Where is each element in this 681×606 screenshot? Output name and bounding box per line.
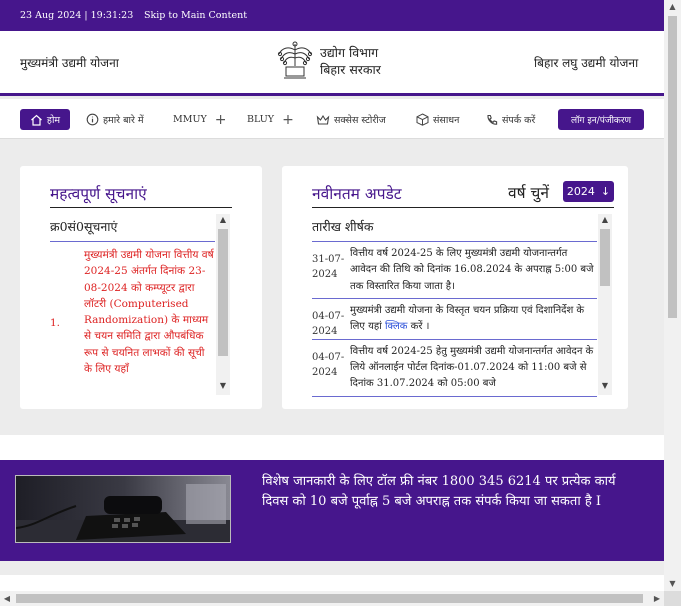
notices-title: महत्वपूर्ण सूचनाएं: [50, 185, 147, 203]
updates-title: नवीनतम अपडेट: [312, 185, 402, 203]
top-bar: 23 Aug 2024 | 19:31:23 Skip to Main Cont…: [0, 0, 664, 31]
nav-bluy-label: BLUY: [247, 114, 275, 125]
important-notices-card: महत्वपूर्ण सूचनाएं क्र0सं0सूचनाएं 1. मुख…: [20, 166, 262, 409]
bihar-emblem-icon: [277, 41, 313, 79]
notice-text[interactable]: मुख्यमंत्री उद्यमी योजना वित्तीय वर्ष 20…: [84, 242, 215, 377]
footer-start: [0, 575, 664, 591]
scroll-left-icon[interactable]: ◀: [0, 591, 14, 606]
nav-bluy[interactable]: BLUY +: [247, 109, 294, 130]
update-text: वित्तीय वर्ष 2024-25 के लिए मुख्यमंत्री …: [350, 248, 594, 292]
divider: [312, 207, 614, 208]
update-text: मुख्यमंत्री उद्यमी योजना के विस्तृत चयन …: [350, 299, 597, 339]
update-text-after: करें ।: [407, 321, 430, 333]
notice-number: 1.: [50, 317, 61, 329]
telephone-image: [15, 475, 231, 543]
scroll-up-icon[interactable]: ▲: [598, 214, 612, 226]
crown-icon: [316, 114, 330, 125]
dept-line-2: बिहार सरकार: [320, 62, 381, 77]
info-icon: [86, 113, 99, 126]
telephone-photo-icon: [16, 476, 230, 542]
skip-to-content-link[interactable]: Skip to Main Content: [144, 10, 247, 21]
scroll-down-icon[interactable]: ▼: [664, 577, 681, 591]
dept-line-1: उद्योग विभाग: [320, 45, 379, 60]
update-date: 04-07-2024: [312, 351, 345, 378]
year-select[interactable]: 2024 ↓: [563, 181, 614, 202]
section-spacer: [0, 435, 664, 460]
latest-updates-card: नवीनतम अपडेट वर्ष चुनें 2024 ↓ तारीख शीर…: [282, 166, 628, 409]
scroll-up-icon[interactable]: ▲: [664, 0, 681, 14]
nav-about-label: हमारे बारे में: [103, 115, 144, 126]
page: 23 Aug 2024 | 19:31:23 Skip to Main Cont…: [0, 0, 664, 591]
nav-contact-label: संपर्क करें: [502, 115, 536, 126]
year-select-label: वर्ष चुनें: [508, 184, 549, 202]
updates-list[interactable]: 31-07-2024 वित्तीय वर्ष 2024-25 के लिए म…: [312, 242, 597, 399]
click-here-link[interactable]: क्लिक: [385, 321, 408, 332]
notices-table-header: क्र0सं0सूचनाएं: [50, 219, 118, 234]
site-header: मुख्यमंत्री उद्यमी योजना उद्योग विभाग बि…: [0, 31, 664, 96]
scroll-down-icon[interactable]: ▼: [216, 380, 230, 392]
phone-icon: [487, 114, 498, 125]
scrollbar-thumb[interactable]: [16, 594, 643, 603]
toll-free-banner: विशेष जानकारी के लिए टॉल फ्री नंबर 1800 …: [0, 460, 664, 561]
updates-table-header: तारीख शीर्षक: [312, 219, 374, 234]
scrollbar-corner: [664, 591, 681, 606]
scroll-up-icon[interactable]: ▲: [216, 214, 230, 226]
list-item[interactable]: 1. मुख्यमंत्री उद्यमी योजना वित्तीय वर्ष…: [50, 242, 215, 377]
nav-success-label: सक्सेस स्टोरीज: [334, 115, 386, 126]
nav-about[interactable]: हमारे बारे में: [86, 109, 144, 130]
nav-home[interactable]: होम: [20, 109, 70, 130]
plus-icon: +: [214, 111, 227, 128]
update-text: वित्तीय वर्ष 2024-25 हेतु मुख्यमंत्री उद…: [350, 345, 594, 390]
divider: [50, 207, 232, 208]
box-icon: [416, 113, 429, 126]
scrollbar-thumb[interactable]: [668, 16, 677, 318]
plus-icon: +: [282, 111, 294, 128]
scheme-title-mmuy[interactable]: मुख्यमंत्री उद्यमी योजना: [20, 54, 119, 71]
nav-mmuy[interactable]: MMUY +: [173, 109, 226, 130]
scrollbar-thumb[interactable]: [218, 229, 228, 356]
table-row[interactable]: 04-07-2024 मुख्यमंत्री उद्यमी योजना के व…: [312, 299, 597, 340]
updates-scrollbar[interactable]: ▲ ▼: [598, 214, 612, 395]
notices-scrollbar[interactable]: ▲ ▼: [216, 214, 230, 395]
scroll-right-icon[interactable]: ▶: [650, 591, 664, 606]
scrollbar-thumb[interactable]: [600, 229, 610, 286]
department-name: उद्योग विभाग बिहार सरकार: [320, 44, 381, 78]
arrow-down-icon: ↓: [600, 185, 611, 198]
page-horizontal-scrollbar[interactable]: ◀ ▶: [0, 591, 664, 606]
table-row[interactable]: 04-07-2024 वित्तीय वर्ष 2024-25 हेतु मुख…: [312, 340, 597, 397]
home-icon: [31, 114, 42, 126]
update-date: 04-07-2024: [312, 310, 345, 337]
nav-mmuy-label: MMUY: [173, 114, 207, 125]
toll-free-text: विशेष जानकारी के लिए टॉल फ्री नंबर 1800 …: [262, 474, 616, 509]
nav-resources[interactable]: संसाधन: [416, 109, 459, 130]
year-value: 2024: [566, 185, 595, 198]
login-label: लॉग इन/पंजीकरण: [570, 116, 632, 126]
notices-list[interactable]: 1. मुख्यमंत्री उद्यमी योजना वित्तीय वर्ष…: [50, 242, 215, 399]
nav-home-label: होम: [46, 115, 61, 126]
update-date: 31-07-2024: [312, 254, 345, 280]
nav-success-stories[interactable]: सक्सेस स्टोरीज: [316, 109, 386, 130]
nav-contact[interactable]: संपर्क करें: [486, 109, 535, 130]
scroll-down-icon[interactable]: ▼: [598, 380, 612, 392]
nav-resources-label: संसाधन: [433, 115, 460, 126]
login-register-button[interactable]: लॉग इन/पंजीकरण: [558, 109, 644, 130]
date-time: 23 Aug 2024 | 19:31:23: [20, 10, 134, 21]
main-nav: होम हमारे बारे में MMUY + BLUY + सक्सेस …: [0, 99, 664, 139]
scheme-title-bluy[interactable]: बिहार लघु उद्यमी योजना: [534, 54, 638, 71]
page-vertical-scrollbar[interactable]: ▲ ▼: [664, 0, 681, 591]
table-row[interactable]: 31-07-2024 वित्तीय वर्ष 2024-25 के लिए म…: [312, 242, 597, 299]
